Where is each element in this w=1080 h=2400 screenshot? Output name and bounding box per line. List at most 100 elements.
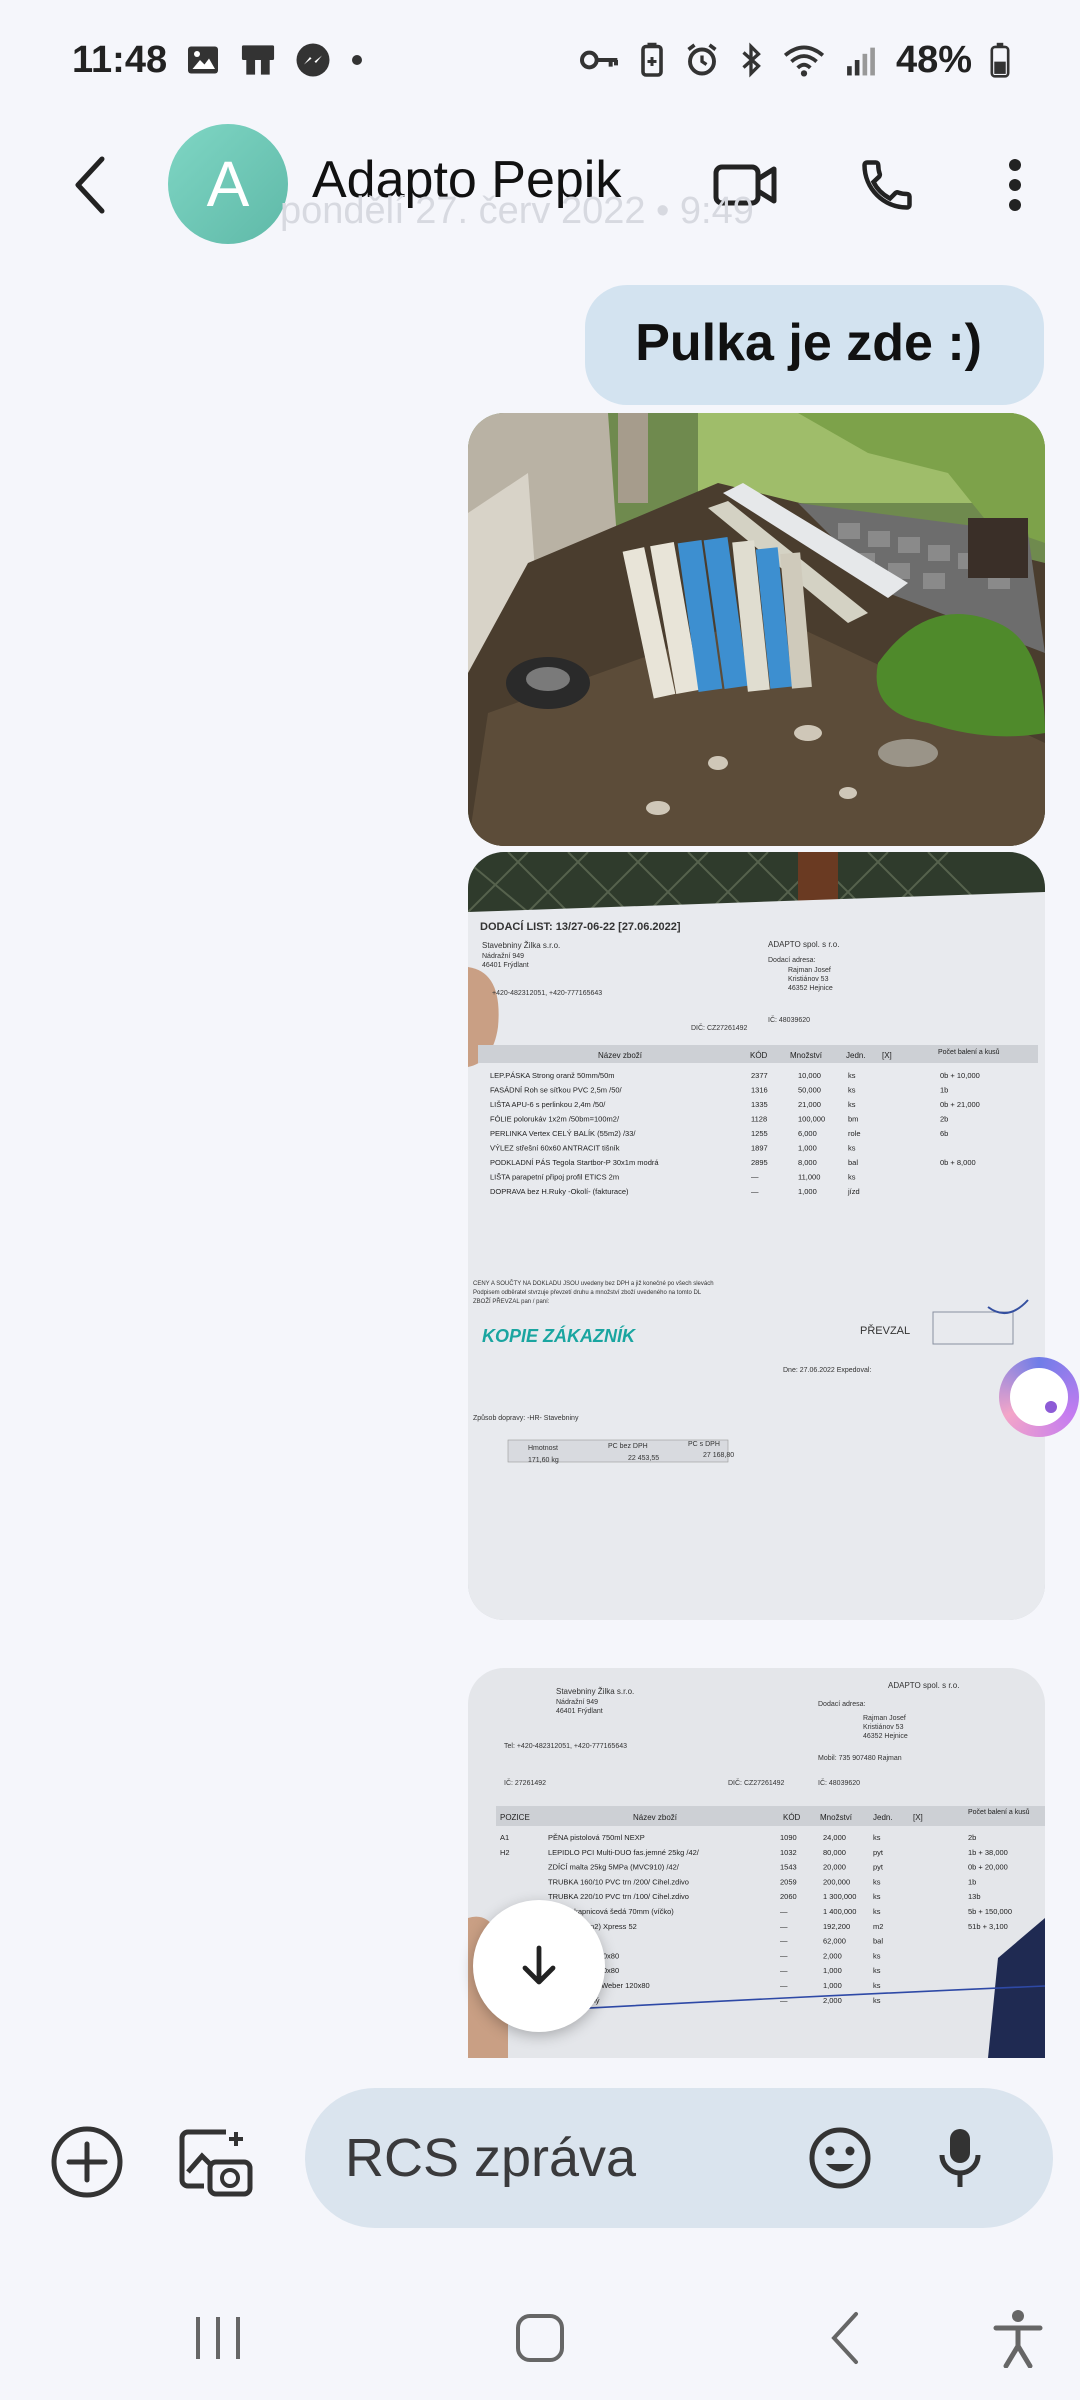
row-code: — (780, 1951, 788, 1960)
delivery-label: Dodací adresa: (768, 957, 816, 964)
price-no-vat-label: PC bez DPH (608, 1443, 648, 1450)
avatar[interactable]: A (168, 124, 288, 244)
more-options-button[interactable] (980, 150, 1050, 220)
row-qty: 200,000 (823, 1877, 850, 1886)
row-qty: 8,000 (798, 1158, 817, 1167)
row-qty: 1,000 (823, 1981, 842, 1990)
recent-apps-button[interactable] (178, 2298, 258, 2378)
row-name: LIŠTA parapetní připoj profil ETICS 2m (490, 1173, 619, 1182)
row-count: 51b + 3,100 (968, 1922, 1008, 1931)
message-text: Pulka je zde :) (635, 314, 982, 372)
p3-dic: DIČ: CZ27261492 (728, 1778, 785, 1787)
row-unit: ks (873, 1907, 881, 1916)
gallery-icon (185, 42, 221, 78)
row-unit: ks (848, 1144, 856, 1153)
recent-apps-icon (196, 2317, 240, 2359)
p3-recipient: ADAPTO spol. s r.o. (888, 1681, 959, 1690)
row-qty: 50,000 (798, 1086, 821, 1095)
row-unit: ks (873, 1966, 881, 1975)
emoji-button[interactable] (805, 2123, 875, 2193)
row-name: LEP.PÁSKA Strong oranž 50mm/50m (490, 1071, 615, 1080)
message-input[interactable]: RCS zpráva (305, 2088, 1053, 2228)
p3-col-count: Počet balení a kusů (968, 1808, 1030, 1816)
row-unit: ks (848, 1100, 856, 1109)
row-name: TRUBKA 160/10 PVC trn /200/ Cihel.zdivo (548, 1877, 689, 1886)
photo-message-garden[interactable] (468, 413, 1045, 846)
accessibility-button[interactable] (978, 2298, 1058, 2378)
col-check: [X] (882, 1051, 892, 1060)
row-unit: ks (873, 1951, 881, 1960)
row-count: 5b + 150,000 (968, 1907, 1012, 1916)
p3-col-check: [X] (913, 1813, 923, 1822)
row-name: LIŠTA APU-6 s perlinkou 2,4m /50/ (490, 1100, 606, 1109)
row-count: 6b (940, 1129, 948, 1138)
bluetooth-icon (738, 42, 764, 78)
messenger-icon (295, 42, 331, 78)
p3-phone: Tel: +420-482312051, +420-777165643 (504, 1743, 627, 1750)
weight-label: Hmotnost (528, 1445, 558, 1452)
row-name: PODKLADNÍ PÁS Tegola Startbor-P 30x1m mo… (490, 1158, 659, 1167)
row-unit: role (848, 1129, 861, 1138)
row-unit: ks (873, 1996, 881, 2005)
row-name: LEPIDLO PCI Multi-DUO fas.jemné 25kg /42… (548, 1848, 700, 1857)
row-code: — (780, 1937, 788, 1946)
back-button[interactable] (55, 150, 125, 220)
p3-col-pos: POZICE (500, 1813, 530, 1822)
row-qty: 100,000 (798, 1115, 825, 1124)
scroll-to-bottom-button[interactable] (473, 1900, 605, 2032)
row-unit: ks (873, 1877, 881, 1886)
voice-input-button[interactable] (925, 2123, 995, 2193)
row-code: — (751, 1187, 759, 1196)
weight-value: 171,60 kg (528, 1457, 559, 1464)
voice-call-button[interactable] (852, 150, 922, 220)
arrow-down-icon (522, 1945, 556, 1985)
wifi-icon (782, 42, 826, 78)
add-attachment-button[interactable] (45, 2120, 129, 2204)
row-qty: 1 400,000 (823, 1907, 856, 1916)
row-qty: 11,000 (798, 1173, 820, 1182)
received-label: PŘEVZAL (860, 1324, 910, 1337)
battery-icon (990, 42, 1010, 78)
row-name: DOPRAVA bez H.Ruky -Okolí- (fakturace) (490, 1187, 629, 1196)
accessibility-icon (993, 2310, 1043, 2368)
row-code: 1316 (751, 1086, 768, 1095)
more-vertical-icon (1009, 159, 1021, 211)
system-back-button[interactable] (806, 2298, 886, 2378)
microphone-icon (939, 2129, 981, 2187)
home-button[interactable] (500, 2298, 580, 2378)
floating-assistant-button[interactable] (999, 1357, 1079, 1437)
row-qty: 80,000 (823, 1848, 846, 1857)
row-code: — (780, 1966, 788, 1975)
row-count: 0b + 21,000 (940, 1100, 980, 1109)
note-1: CENY A SOUČTY NA DOKLADU JSOU uvedeny be… (473, 1280, 714, 1287)
home-icon (516, 2314, 564, 2362)
row-unit: ks (873, 1833, 881, 1842)
photo-message-delivery-note[interactable]: DODACÍ LIST: 13/27-06-22 [27.06.2022] St… (468, 852, 1045, 1620)
outgoing-message-bubble[interactable]: Pulka je zde :) (585, 285, 1044, 405)
stamp-kopie: KOPIE ZÁKAZNÍK (482, 1325, 637, 1346)
row-code: 2377 (751, 1071, 768, 1080)
row-code: 1543 (780, 1863, 797, 1872)
row-qty: 192,200 (823, 1922, 850, 1931)
row-unit: bal (848, 1158, 858, 1167)
row-qty: 21,000 (798, 1100, 821, 1109)
row-count: 1b (940, 1086, 948, 1095)
note-2: Podpisem odběratel stvrzuje převzetí dru… (473, 1290, 702, 1296)
battery-percent: 48% (895, 38, 972, 81)
gallery-camera-button[interactable] (170, 2118, 258, 2206)
row-count: 1b (968, 1877, 976, 1886)
phone-icon (862, 160, 912, 210)
row-pos: A1 (500, 1833, 509, 1842)
row-code: — (751, 1173, 759, 1182)
row-name: PĚNA pistolová 750ml NEXP (548, 1833, 645, 1842)
row-count: 0b + 8,000 (940, 1158, 976, 1167)
date-line: Dne: 27.06.2022 Expedoval: (783, 1367, 871, 1374)
row-name: VÝLEZ střešní 60x60 ANTRACIT tišník (490, 1144, 620, 1153)
row-unit: pyt (873, 1848, 884, 1857)
status-bar: 11:48 48% (0, 0, 1080, 120)
col-name: Název zboží (598, 1051, 643, 1060)
gallery-camera-icon (179, 2129, 253, 2197)
p3-delivery-name: Rajman Josef (863, 1715, 906, 1722)
emoji-icon (809, 2127, 871, 2189)
row-code: 2895 (751, 1158, 768, 1167)
